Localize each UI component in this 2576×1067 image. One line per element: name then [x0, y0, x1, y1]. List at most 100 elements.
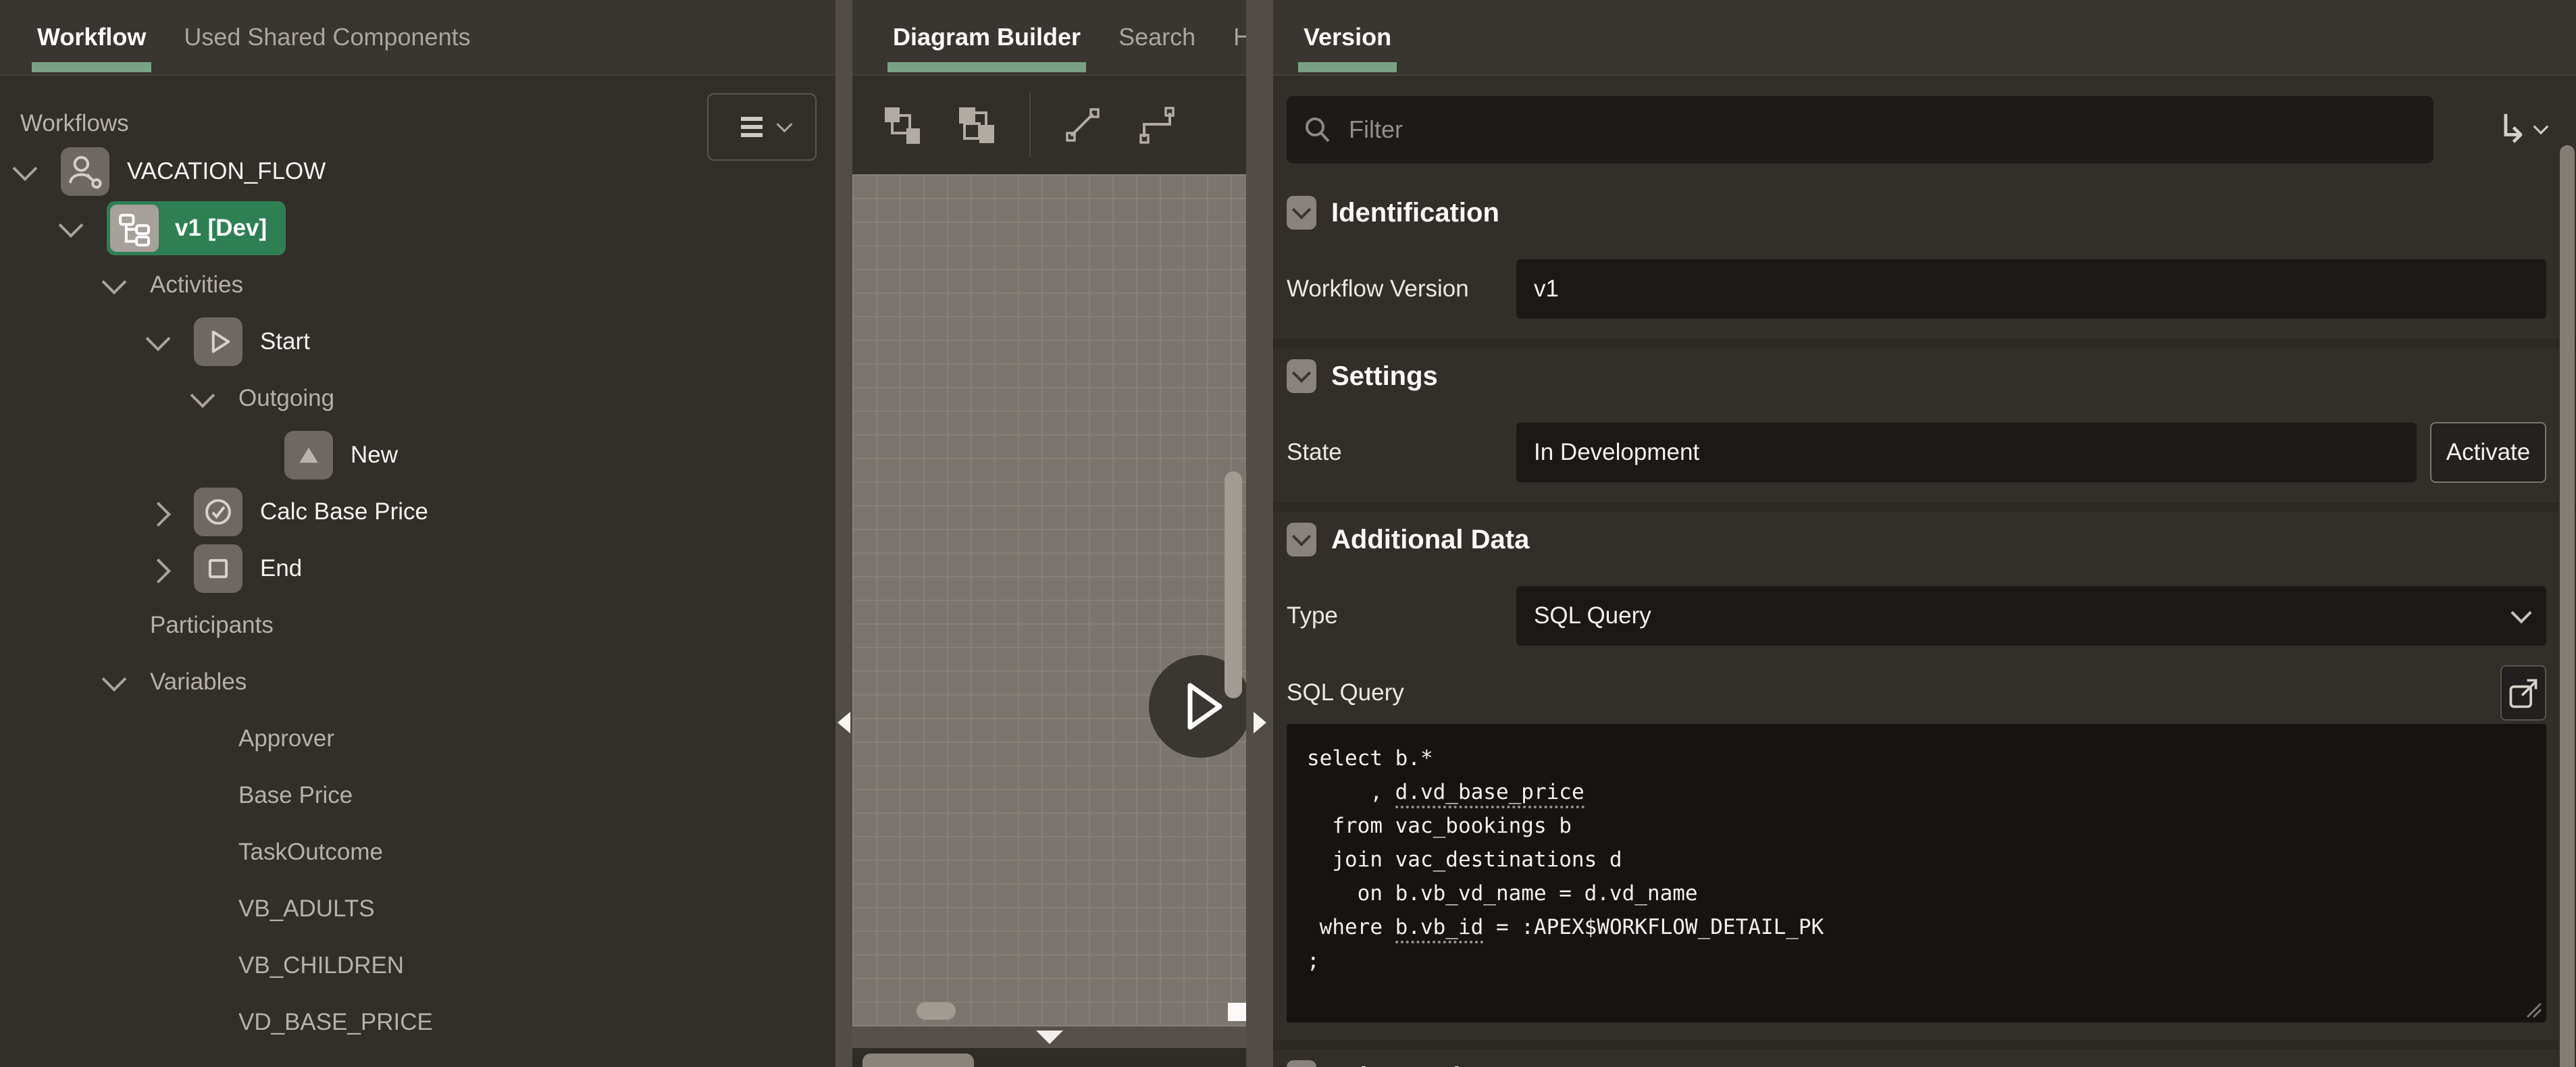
collapse-right-panel-icon[interactable] — [1254, 712, 1266, 733]
tab-version-label: Version — [1304, 23, 1391, 51]
chevron-right-icon[interactable] — [146, 502, 171, 527]
filter-box[interactable] — [1287, 96, 2433, 163]
task-check-icon — [194, 488, 242, 536]
tree-item-v1-dev[interactable]: v1 [Dev] — [0, 200, 835, 257]
tree-item-label: Variables — [150, 669, 247, 696]
chevron-down-icon[interactable] — [146, 326, 171, 351]
tree-item-start[interactable]: Start — [0, 313, 835, 370]
duplicate-activity-button[interactable] — [881, 103, 924, 147]
tree-item-vacation-flow[interactable]: VACATION_FLOW — [0, 143, 835, 200]
collapse-bottom-panel-icon[interactable] — [1036, 1031, 1063, 1044]
transition-icon — [284, 431, 333, 479]
chevron-down-icon — [776, 116, 792, 132]
workflow-version-field: Workflow Version v1 — [1287, 259, 2546, 319]
tree-item-vb-children[interactable]: VB_CHILDREN — [0, 937, 835, 994]
chevron-down-icon — [1292, 364, 1311, 383]
bottom-panel-splitter[interactable] — [852, 1026, 1246, 1048]
property-editor-panel: Version ↳ Identification Workflow Versio… — [1273, 0, 2576, 1067]
tab-used-shared-components[interactable]: Used Shared Components — [184, 0, 470, 74]
chevron-down-icon[interactable] — [13, 156, 38, 181]
go-to-arrow-icon: ↳ — [2496, 110, 2529, 149]
tree-item-end[interactable]: End — [0, 540, 835, 597]
duplicate-filled-icon — [955, 103, 998, 147]
tree-item-label: Outgoing — [238, 385, 334, 412]
middle-tabbar: Diagram Builder Search H — [852, 0, 1246, 76]
section-divider — [1273, 339, 2576, 348]
tab-workflow[interactable]: Workflow — [37, 0, 146, 74]
tree-item-taskoutcome[interactable]: TaskOutcome — [0, 824, 835, 881]
filter-input[interactable] — [1347, 115, 2417, 145]
sql-query-row: SQL Query — [1287, 666, 2546, 720]
diagram-toolbar — [852, 76, 1246, 174]
section-title: Settings — [1331, 361, 1438, 392]
chevron-right-icon[interactable] — [146, 558, 171, 583]
tree-item-variables[interactable]: Variables — [0, 654, 835, 710]
tab-diagram-builder[interactable]: Diagram Builder — [893, 0, 1081, 74]
workflows-title: Workflows — [20, 110, 129, 137]
canvas-vertical-scrollbar[interactable] — [1225, 471, 1242, 698]
canvas-horizontal-scrollbar[interactable] — [917, 1002, 956, 1020]
tree-item-new[interactable]: New — [0, 427, 835, 484]
tab-workflow-label: Workflow — [37, 23, 146, 51]
selected-version-pill: v1 [Dev] — [107, 201, 286, 255]
straight-connection-button[interactable] — [1062, 103, 1105, 147]
resize-handle-icon[interactable] — [2525, 1001, 2542, 1018]
collapse-identification-button[interactable] — [1287, 196, 1316, 230]
tree-item-vb-adults[interactable]: VB_ADULTS — [0, 881, 835, 937]
panel-scrollbar[interactable] — [2560, 145, 2575, 1067]
workflow-version-input[interactable]: v1 — [1516, 259, 2546, 319]
type-select[interactable]: SQL Query — [1516, 586, 2546, 646]
tree-item-calc-base-price[interactable]: Calc Base Price — [0, 484, 835, 540]
workflow-version-label: Workflow Version — [1287, 276, 1516, 303]
sql-query-label: SQL Query — [1287, 679, 1404, 706]
palette-item[interactable] — [862, 1053, 974, 1067]
tab-search[interactable]: Search — [1118, 0, 1195, 74]
workflow-tree: VACATION_FLOW v1 [Dev] Activities Start — [0, 143, 835, 1067]
collapse-advanced-button[interactable] — [1287, 1060, 1316, 1067]
chevron-down-icon[interactable] — [102, 667, 127, 692]
collapse-settings-button[interactable] — [1287, 359, 1316, 393]
activate-button[interactable]: Activate — [2430, 422, 2546, 483]
tree-item-outgoing[interactable]: Outgoing — [0, 370, 835, 427]
elbow-connector-icon — [1136, 103, 1179, 147]
chevron-down-icon[interactable] — [59, 213, 84, 238]
go-to-group-button[interactable]: ↳ — [2496, 110, 2546, 149]
collapse-additional-data-button[interactable] — [1287, 523, 1316, 556]
left-splitter[interactable] — [835, 0, 852, 1067]
tree-item-activities[interactable]: Activities — [0, 257, 835, 313]
filter-row: ↳ — [1287, 96, 2546, 163]
tree-item-label: End — [260, 555, 302, 582]
collapse-left-panel-icon[interactable] — [838, 712, 850, 733]
tree-item-base-price[interactable]: Base Price — [0, 767, 835, 824]
section-title: Additional Data — [1331, 525, 1529, 555]
tree-item-approver[interactable]: Approver — [0, 710, 835, 767]
tree-item-label: Participants — [150, 612, 274, 639]
state-label: State — [1287, 439, 1516, 466]
tree-item-label: VB_ADULTS — [238, 895, 375, 922]
state-input[interactable]: In Development — [1516, 423, 2417, 482]
type-value: SQL Query — [1534, 602, 1651, 629]
type-field: Type SQL Query — [1287, 586, 2546, 646]
chevron-down-icon[interactable] — [190, 383, 215, 408]
activate-button-label: Activate — [2446, 439, 2531, 466]
tab-clipped[interactable]: H — [1233, 0, 1246, 74]
right-splitter[interactable] — [1246, 0, 1273, 1067]
elbow-connection-button[interactable] — [1136, 103, 1179, 147]
diagram-canvas[interactable] — [852, 174, 1246, 1026]
chevron-down-icon — [1292, 527, 1311, 546]
tree-item-vd-base-price[interactable]: VD_BASE_PRICE — [0, 994, 835, 1051]
tree-item-label: Start — [260, 328, 310, 355]
sql-code-editor[interactable]: select b.* , d.vd_base_price from vac_bo… — [1287, 724, 2546, 1022]
tab-version[interactable]: Version — [1304, 0, 1391, 74]
open-code-editor-button[interactable] — [2500, 665, 2546, 721]
tree-item-participants[interactable]: Participants — [0, 597, 835, 654]
tab-diagram-builder-label: Diagram Builder — [893, 23, 1081, 51]
type-label: Type — [1287, 602, 1516, 629]
section-identification: Identification — [1287, 196, 2546, 230]
start-activity-icon — [194, 317, 242, 366]
canvas-scroll-corner[interactable] — [1228, 1003, 1246, 1021]
chevron-down-icon[interactable] — [102, 269, 127, 294]
end-activity-icon — [194, 544, 242, 593]
duplicate-with-connections-button[interactable] — [955, 103, 998, 147]
tree-item-label: Calc Base Price — [260, 498, 428, 525]
